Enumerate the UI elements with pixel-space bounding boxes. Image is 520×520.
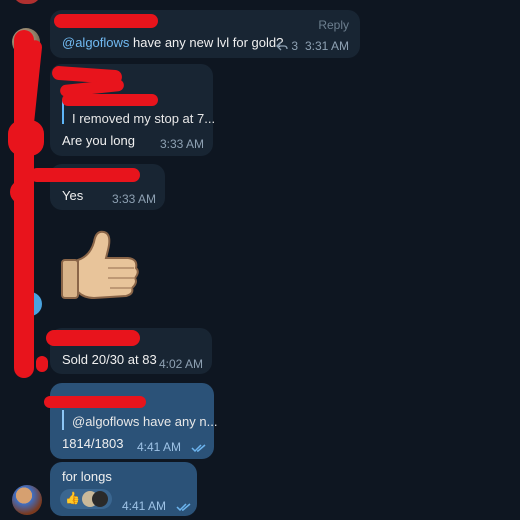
redaction-mark <box>10 180 34 204</box>
avatar[interactable] <box>12 485 42 515</box>
message-bubble: @algoflows have any n... 1814/1803 4:41 … <box>50 383 217 459</box>
read-ticks-icon <box>191 444 206 453</box>
message-text: @algoflows have any new lvl for gold? <box>62 35 283 50</box>
reply-quote[interactable]: @algoflows have any n... <box>62 410 217 430</box>
message-time: 4:41 AM <box>122 499 167 513</box>
read-ticks-icon <box>176 503 191 512</box>
message-time: 3:33 AM <box>112 192 157 206</box>
message-bubble: for longs 👍 4:41 AM <box>50 462 197 516</box>
reply-arrow-icon <box>276 41 288 51</box>
quote-text: @algoflows have any n... <box>72 414 218 429</box>
redaction-mark <box>36 356 48 372</box>
redaction-mark <box>8 120 44 156</box>
avatar <box>92 491 108 507</box>
avatar[interactable] <box>13 0 41 4</box>
message-text: for longs <box>62 469 112 484</box>
reply-link[interactable]: Reply <box>318 18 349 32</box>
redaction-mark <box>62 94 158 106</box>
message-time: 4:41 AM <box>137 440 182 454</box>
message-text: Sold 20/30 at 83 <box>62 352 157 367</box>
quote-text: I removed my stop at 7... <box>72 111 216 126</box>
message-text: Are you long <box>62 133 135 148</box>
thumbs-up-reaction-icon: 👍 <box>65 491 80 505</box>
thumbs-up-sticker[interactable] <box>58 226 142 310</box>
message-text: Yes <box>62 188 84 203</box>
message-text: 1814/1803 <box>62 436 124 451</box>
message-time: 4:02 AM <box>159 357 204 371</box>
reaction-chip[interactable]: 👍 <box>60 489 112 509</box>
reply-count[interactable]: 3 <box>276 39 298 53</box>
mention-link[interactable]: @algoflows <box>62 35 129 50</box>
redaction-mark <box>30 168 140 182</box>
message-time: 3:31 AM <box>305 39 350 53</box>
redaction-mark <box>46 330 140 346</box>
message-time: 3:33 AM <box>160 137 205 151</box>
thumbs-up-icon <box>61 230 139 300</box>
message-body: have any new lvl for gold? <box>129 35 284 50</box>
redaction-mark <box>44 396 146 408</box>
redaction-mark <box>54 14 158 28</box>
